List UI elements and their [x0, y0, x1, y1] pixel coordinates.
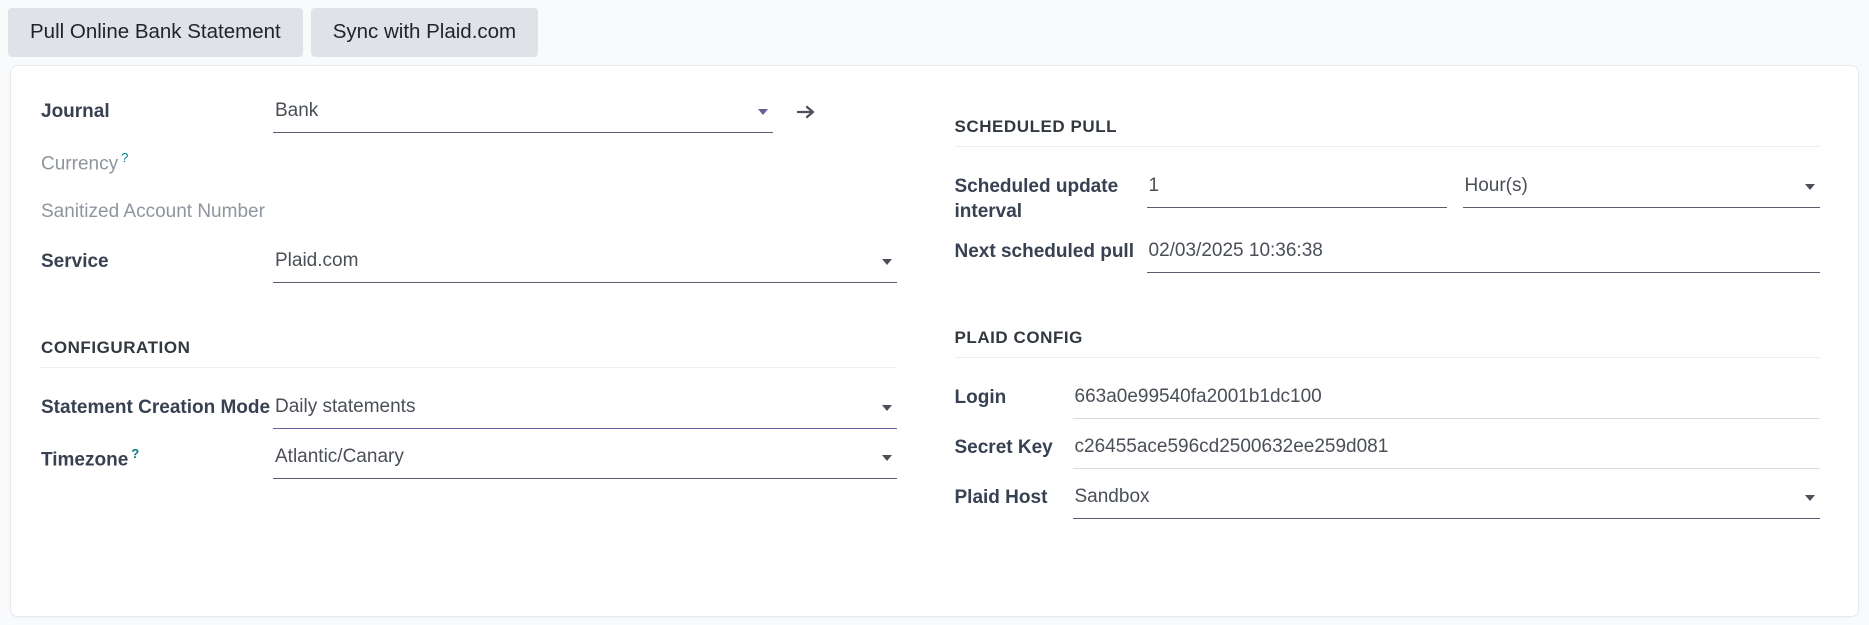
scheduled-update-interval-input[interactable]: 1: [1146, 167, 1447, 208]
field-row-sanitized-account-number: Sanitized Account Number: [41, 192, 897, 234]
label-plaid-host: Plaid Host: [954, 487, 1048, 509]
field-row-scheduled-update-interval: Scheduled update interval 1 Hour(s): [954, 167, 1820, 224]
field-wrap-next-scheduled-pull: 02/03/2025 10:36:38: [1146, 232, 1820, 273]
label-next-scheduled-pull: Next scheduled pull: [954, 241, 1134, 263]
field-row-journal: Journal Bank: [41, 92, 897, 134]
label-timezone-text: Timezone: [41, 449, 129, 471]
field-row-service: Service Plaid.com: [41, 242, 897, 284]
label-currency-text: Currency: [41, 153, 119, 175]
field-wrap-statement-creation-mode: Daily statements: [273, 388, 897, 429]
chevron-down-icon[interactable]: [1805, 183, 1815, 190]
field-wrap-scheduled-update-interval: 1 Hour(s): [1146, 167, 1820, 208]
field-row-timezone: Timezone? Atlantic/Canary: [41, 438, 897, 480]
form-columns: Journal Bank Currency ? Sanitized Accoun…: [41, 92, 1828, 528]
chevron-down-icon[interactable]: [758, 108, 768, 115]
plaid-host-select[interactable]: Sandbox: [1072, 478, 1820, 519]
help-icon-timezone[interactable]: ?: [131, 446, 139, 461]
plaid-host-value: Sandbox: [1074, 486, 1150, 508]
chevron-down-icon[interactable]: [881, 404, 892, 411]
form-sheet: Journal Bank Currency ? Sanitized Accoun…: [10, 65, 1859, 617]
group-title-plaid-config: Plaid Config: [954, 328, 1820, 359]
secret-key-value: c26455ace596cd2500632ee259d081: [1074, 436, 1389, 458]
label-currency: Currency?: [41, 142, 273, 177]
field-wrap-plaid-host: Sandbox: [1072, 478, 1820, 519]
label-scheduled-update-interval: Scheduled update interval: [954, 176, 1119, 222]
field-row-plaid-host: Plaid Host Sandbox: [954, 478, 1820, 520]
label-secret-key: Secret Key: [954, 437, 1053, 459]
journal-input[interactable]: Bank: [273, 92, 773, 133]
scheduled-update-interval-unit-value: Hour(s): [1464, 175, 1528, 196]
group-title-configuration: Configuration: [41, 338, 897, 368]
label-statement-creation-mode: Statement Creation Mode: [41, 397, 271, 418]
chevron-down-icon[interactable]: [1805, 495, 1815, 502]
next-scheduled-pull-input[interactable]: 02/03/2025 10:36:38: [1146, 232, 1820, 273]
arrow-right-icon[interactable]: [795, 101, 817, 123]
field-row-secret-key: Secret Key c26455ace596cd2500632ee259d08…: [954, 428, 1820, 470]
chevron-down-icon[interactable]: [881, 454, 892, 461]
scheduled-update-interval-value: 1: [1148, 175, 1160, 196]
service-select[interactable]: Plaid.com: [273, 242, 897, 283]
field-row-currency: Currency?: [41, 142, 897, 184]
right-column: Scheduled Pull Scheduled update interval…: [935, 92, 1829, 528]
field-wrap-login: 663a0e99540fa2001b1dc100: [1072, 378, 1820, 419]
left-column: Journal Bank Currency ? Sanitized Accoun…: [41, 92, 935, 528]
field-wrap-journal: Bank: [273, 92, 897, 133]
field-wrap-timezone: Atlantic/Canary: [273, 438, 897, 479]
journal-value: Bank: [275, 100, 319, 121]
field-row-statement-creation-mode: Statement Creation Mode Daily statements: [41, 388, 897, 430]
group-title-scheduled-pull: Scheduled Pull: [954, 117, 1820, 147]
chevron-down-icon[interactable]: [881, 258, 892, 265]
field-wrap-secret-key: c26455ace596cd2500632ee259d081: [1072, 428, 1820, 469]
field-wrap-service: Plaid.com: [273, 242, 897, 283]
service-value: Plaid.com: [275, 250, 359, 271]
statement-creation-mode-value: Daily statements: [275, 396, 416, 417]
label-login: Login: [954, 387, 1007, 409]
timezone-select[interactable]: Atlantic/Canary: [273, 438, 897, 479]
label-sanitized-account-number: Sanitized Account Number: [41, 201, 265, 222]
pull-online-bank-statement-button[interactable]: Pull Online Bank Statement: [8, 8, 303, 57]
status-button-bar: Pull Online Bank Statement Sync with Pla…: [0, 0, 1869, 65]
label-service: Service: [41, 251, 109, 272]
login-input[interactable]: 663a0e99540fa2001b1dc100: [1072, 378, 1820, 419]
sync-with-plaid-button[interactable]: Sync with Plaid.com: [310, 8, 539, 57]
label-journal: Journal: [41, 101, 110, 122]
field-row-next-scheduled-pull: Next scheduled pull 02/03/2025 10:36:38: [954, 232, 1820, 274]
timezone-value: Atlantic/Canary: [275, 446, 404, 467]
login-value: 663a0e99540fa2001b1dc100: [1074, 386, 1322, 408]
label-timezone: Timezone?: [41, 438, 273, 473]
next-scheduled-pull-value: 02/03/2025 10:36:38: [1148, 240, 1323, 262]
scheduled-update-interval-unit-select[interactable]: Hour(s): [1462, 167, 1820, 208]
help-icon-currency[interactable]: ?: [121, 150, 128, 165]
statement-creation-mode-select[interactable]: Daily statements: [273, 388, 897, 429]
sheet-wrapper: Journal Bank Currency ? Sanitized Accoun…: [0, 65, 1869, 617]
field-row-login: Login 663a0e99540fa2001b1dc100: [954, 378, 1820, 420]
secret-key-input[interactable]: c26455ace596cd2500632ee259d081: [1072, 428, 1820, 469]
